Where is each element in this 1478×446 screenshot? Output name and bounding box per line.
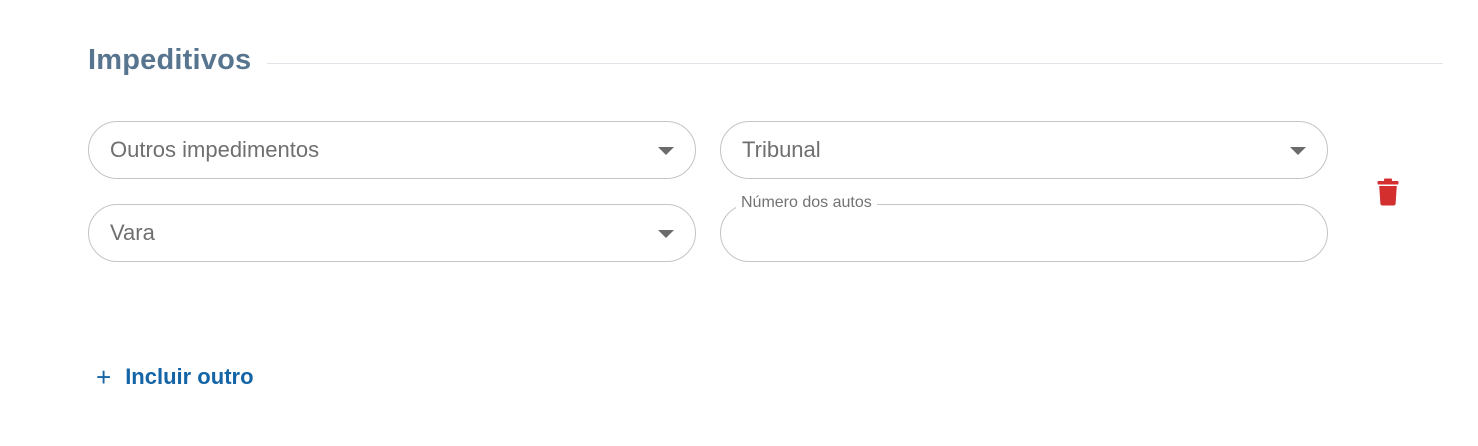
vara-select[interactable]: Vara [88,204,696,262]
section-header: Impeditivos [88,38,1443,82]
caret-down-icon [658,147,674,155]
impediment-type-value: Outros impedimentos [110,137,320,162]
caret-down-icon [1290,147,1306,155]
add-another-button[interactable]: + Incluir outro [96,362,254,392]
numero-autos-input[interactable] [722,206,1326,260]
tribunal-value: Tribunal [742,137,821,162]
vara-value: Vara [110,220,155,245]
section-title: Impeditivos [88,43,252,76]
tribunal-select[interactable]: Tribunal [720,121,1328,179]
add-another-label: Incluir outro [125,364,254,389]
delete-button[interactable] [1370,174,1406,210]
impediment-type-select[interactable]: Outros impedimentos [88,121,696,179]
section-divider [267,62,1443,64]
plus-icon: + [96,362,112,392]
trash-icon [1377,178,1399,206]
caret-down-icon [658,230,674,238]
numero-autos-field: Número dos autos [720,193,1328,262]
